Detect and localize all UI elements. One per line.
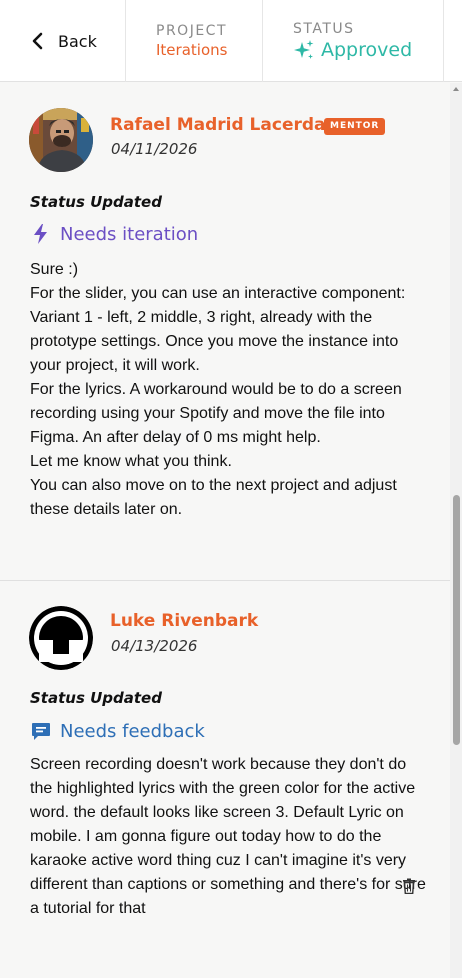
trash-icon[interactable] bbox=[402, 878, 416, 894]
message-line: You can also move on to the next project… bbox=[30, 477, 397, 518]
top-bar: Back PROJECT Iterations STATUS Approved bbox=[0, 0, 462, 82]
state-row: Needs iteration bbox=[30, 223, 198, 245]
message-body: Screen recording doesn't work because th… bbox=[30, 753, 430, 921]
update-title: Status Updated bbox=[30, 193, 162, 211]
status-info: STATUS Approved bbox=[263, 0, 444, 82]
message-line: Variant 1 - left, 2 middle, 3 right, alr… bbox=[30, 309, 399, 374]
state-row: Needs feedback bbox=[30, 720, 205, 742]
feed-entry: Rafael Madrid Lacerda MENTOR 04/11/2026 … bbox=[0, 83, 450, 581]
message-line: Screen recording doesn't work because th… bbox=[30, 756, 426, 917]
scroll-up-arrow-icon[interactable] bbox=[452, 85, 460, 93]
status-value-row: Approved bbox=[293, 39, 443, 61]
feed-entry: Luke Rivenbark 04/13/2026 Status Updated… bbox=[0, 582, 450, 978]
update-title: Status Updated bbox=[30, 689, 162, 707]
comment-icon bbox=[32, 723, 50, 740]
project-name[interactable]: Iterations bbox=[156, 41, 262, 59]
author-name[interactable]: Rafael Madrid Lacerda bbox=[110, 115, 326, 135]
project-label: PROJECT bbox=[156, 23, 227, 39]
scrollbar-thumb[interactable] bbox=[453, 495, 460, 745]
project-info: PROJECT Iterations bbox=[126, 0, 263, 82]
message-body: Sure :) For the slider, you can use an i… bbox=[30, 258, 430, 522]
message-line: Let me know what you think. bbox=[30, 453, 232, 470]
lightning-icon bbox=[34, 224, 47, 244]
mentor-badge: MENTOR bbox=[324, 118, 386, 135]
back-label: Back bbox=[58, 31, 97, 51]
entry-date: 04/11/2026 bbox=[111, 140, 198, 158]
state-label: Needs feedback bbox=[60, 720, 205, 742]
back-button[interactable]: Back bbox=[0, 0, 126, 82]
state-label: Needs iteration bbox=[60, 223, 199, 245]
message-line: For the slider, you can use an interacti… bbox=[30, 285, 406, 302]
status-value: Approved bbox=[321, 39, 413, 61]
message-line: For the lyrics. A workaround would be to… bbox=[30, 381, 402, 446]
avatar bbox=[29, 606, 93, 670]
top-bar-spacer bbox=[444, 0, 462, 81]
author-name[interactable]: Luke Rivenbark bbox=[110, 611, 258, 631]
sparkle-icon bbox=[294, 40, 314, 59]
avatar bbox=[29, 108, 93, 172]
entry-date: 04/13/2026 bbox=[111, 637, 198, 655]
scrollbar[interactable] bbox=[450, 83, 462, 978]
feedback-feed[interactable]: Rafael Madrid Lacerda MENTOR 04/11/2026 … bbox=[0, 83, 450, 978]
message-line: Sure :) bbox=[30, 261, 79, 278]
chevron-left-icon bbox=[32, 32, 43, 50]
status-label: STATUS bbox=[293, 21, 355, 37]
